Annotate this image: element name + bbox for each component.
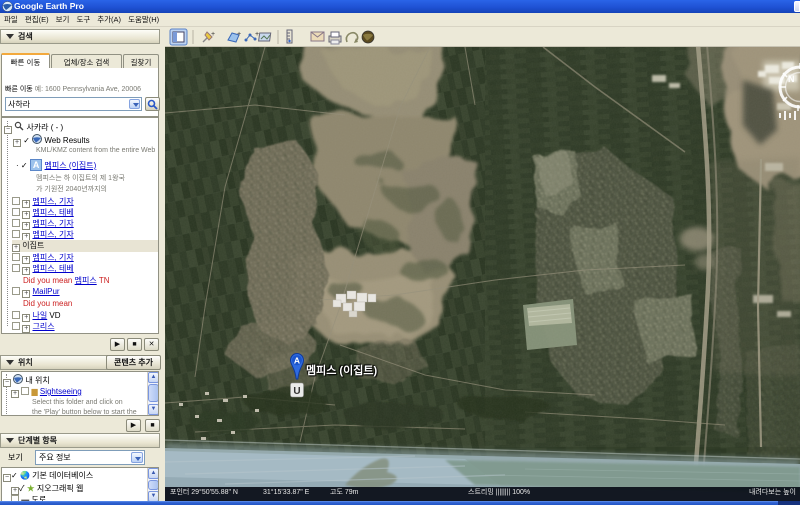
svg-text:U: U (293, 386, 300, 397)
svg-text:+: + (211, 31, 215, 38)
svg-text:N: N (788, 74, 795, 84)
svg-text:+: + (255, 31, 259, 38)
svg-text:A: A (294, 356, 300, 366)
svg-text:+: + (237, 31, 241, 38)
